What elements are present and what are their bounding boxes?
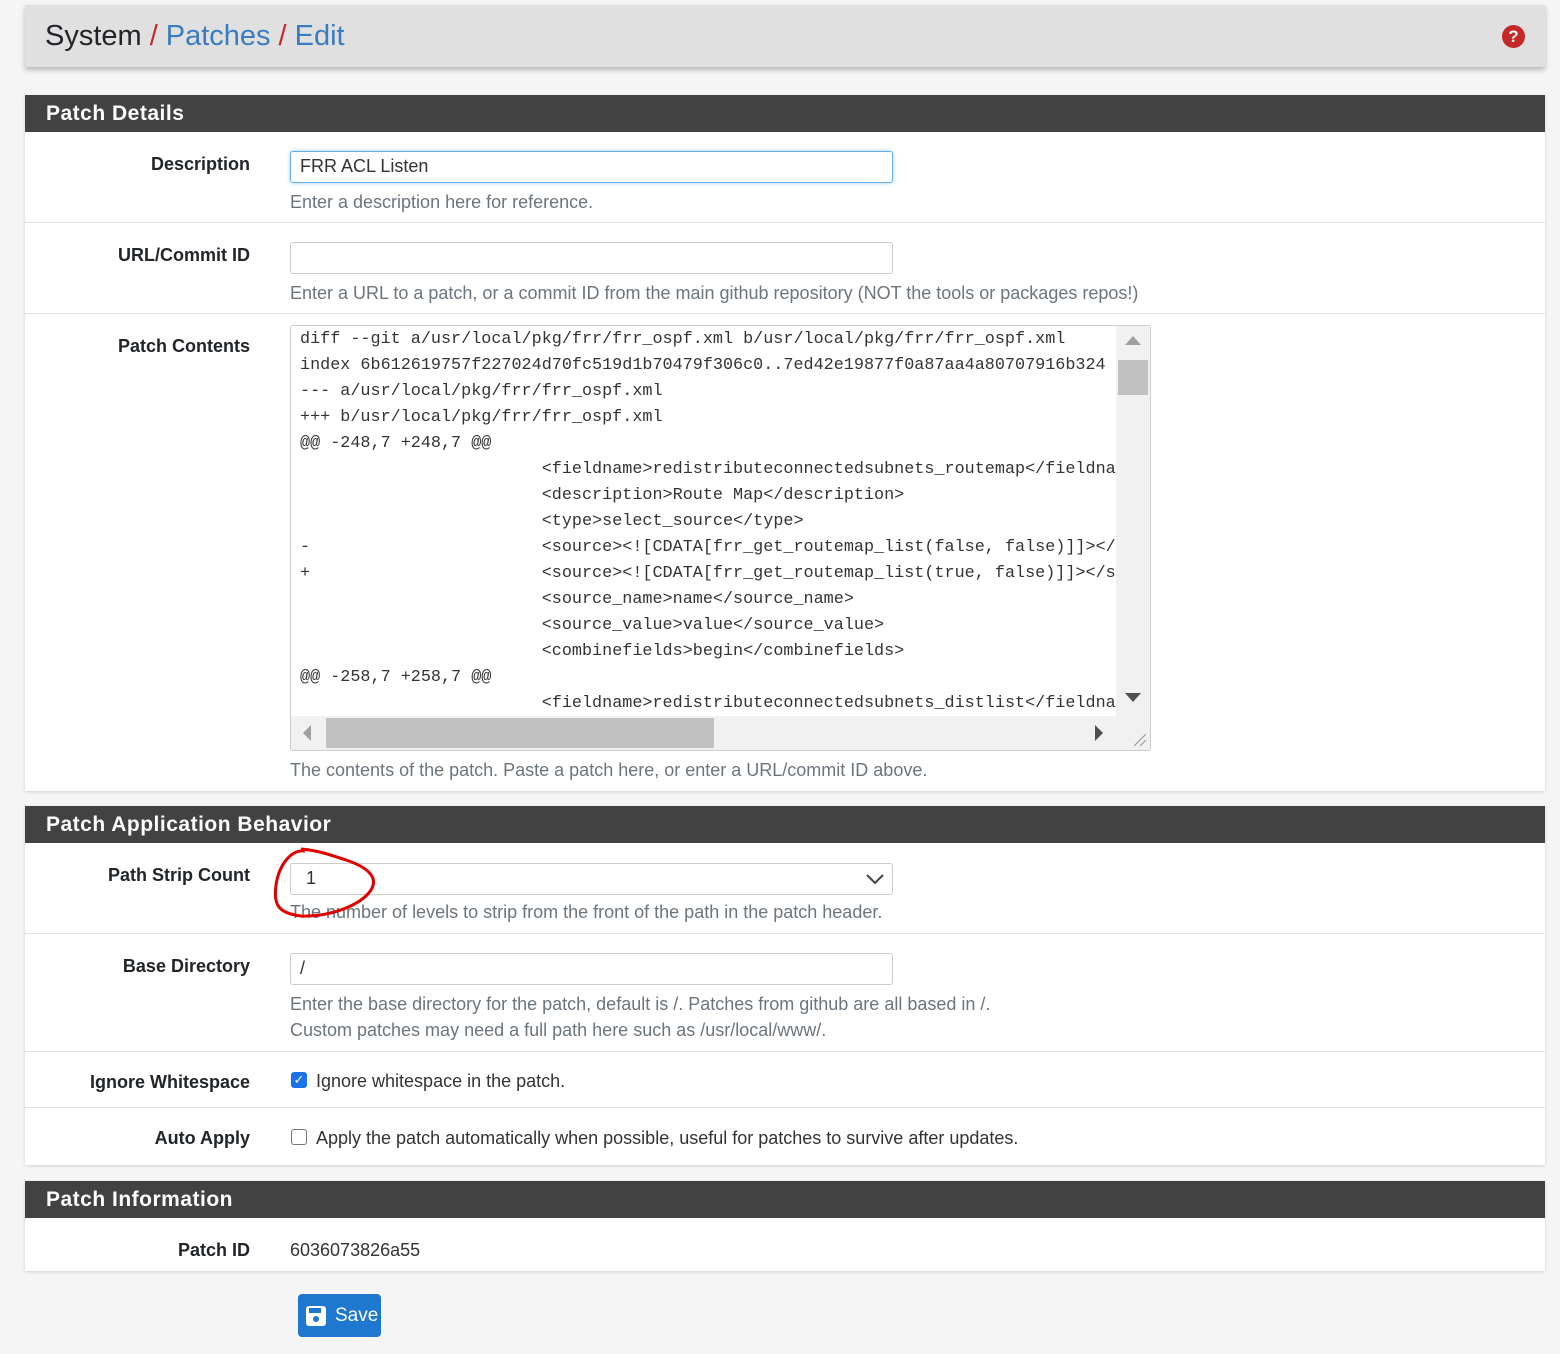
patch-line: --- a/usr/local/pkg/frr/frr_ospf.xml bbox=[300, 382, 663, 401]
panel-heading: Patch Application Behavior bbox=[25, 806, 1545, 843]
base-directory-input[interactable]: / bbox=[290, 953, 893, 985]
patch-line: <combinefields>begin</combinefields> bbox=[300, 642, 905, 661]
patch-behavior-panel: Patch Application Behavior Path Strip Co… bbox=[25, 806, 1545, 1165]
panel-heading: Patch Details bbox=[25, 95, 1545, 132]
breadcrumb-separator: / bbox=[149, 19, 158, 52]
patch-contents-label: Patch Contents bbox=[117, 336, 250, 356]
vertical-scroll-thumb[interactable] bbox=[1118, 360, 1148, 395]
patch-information-panel: Patch Information Patch ID 6036073826a55 bbox=[25, 1181, 1545, 1271]
save-button[interactable]: Save bbox=[298, 1294, 381, 1337]
auto-apply-checkbox[interactable] bbox=[291, 1129, 307, 1146]
scroll-up-icon[interactable] bbox=[1125, 336, 1141, 345]
patch-line: + <source><![CDATA[frr_get_routemap_list… bbox=[300, 564, 1116, 583]
question-circle-icon[interactable]: ? bbox=[1502, 25, 1525, 48]
patch-line: <description>Route Map</description> bbox=[300, 486, 905, 505]
url-commit-input[interactable] bbox=[290, 242, 893, 274]
resize-handle-icon[interactable] bbox=[1116, 716, 1150, 750]
breadcrumb-separator: / bbox=[278, 19, 287, 52]
page-header: System / Patches / Edit ? bbox=[25, 5, 1545, 67]
ignore-whitespace-label: Ignore Whitespace bbox=[89, 1072, 250, 1092]
patch-contents-help: The contents of the patch. Paste a patch… bbox=[290, 760, 928, 780]
chevron-down-icon bbox=[866, 874, 884, 885]
description-help: Enter a description here for reference. bbox=[290, 192, 594, 212]
auto-apply-label: Auto Apply bbox=[154, 1128, 250, 1148]
patch-id-label: Patch ID bbox=[177, 1240, 250, 1260]
base-directory-help: Enter the base directory for the patch, … bbox=[290, 994, 991, 1014]
patch-line: index 6b612619757f227024d70fc519d1b70479… bbox=[300, 356, 1106, 375]
vertical-scrollbar[interactable] bbox=[1116, 326, 1150, 716]
save-label: Save bbox=[335, 1304, 379, 1326]
scroll-down-icon[interactable] bbox=[1125, 693, 1141, 702]
base-directory-label: Base Directory bbox=[122, 956, 250, 976]
patch-line: <source_name>name</source_name> bbox=[300, 590, 854, 609]
patch-line: - <source><![CDATA[frr_get_routemap_list… bbox=[300, 538, 1116, 557]
patch-line: <source_value>value</source_value> bbox=[300, 616, 885, 635]
scroll-left-icon[interactable] bbox=[303, 725, 311, 741]
patch-line: @@ -248,7 +248,7 @@ bbox=[300, 434, 492, 453]
patch-line: @@ -258,7 +258,7 @@ bbox=[300, 668, 492, 687]
horizontal-scroll-thumb[interactable] bbox=[326, 718, 714, 748]
breadcrumb-system: System bbox=[45, 19, 142, 52]
ignore-whitespace-checkbox[interactable]: ✓ bbox=[291, 1072, 307, 1089]
url-label: URL/Commit ID bbox=[118, 245, 250, 265]
patch-line: <fieldname>redistributeconnectedsubnets_… bbox=[300, 694, 1116, 713]
patch-id-value: 6036073826a55 bbox=[290, 1240, 421, 1260]
patch-line: diff --git a/usr/local/pkg/frr/frr_ospf.… bbox=[300, 330, 1066, 349]
patch-line: <fieldname>redistributeconnectedsubnets_… bbox=[300, 460, 1116, 479]
patch-line: <type>select_source</type> bbox=[300, 512, 804, 531]
base-directory-help-2: Custom patches may need a full path here… bbox=[290, 1020, 827, 1040]
auto-apply-text: Apply the patch automatically when possi… bbox=[316, 1128, 1019, 1148]
description-input[interactable]: FRR ACL Listen bbox=[290, 151, 893, 183]
patch-contents-textarea[interactable]: diff --git a/usr/local/pkg/frr/frr_ospf.… bbox=[290, 325, 1151, 751]
patch-line: +++ b/usr/local/pkg/frr/frr_ospf.xml bbox=[300, 408, 663, 427]
url-help: Enter a URL to a patch, or a commit ID f… bbox=[290, 283, 1139, 303]
annotation-circle bbox=[273, 847, 375, 918]
ignore-whitespace-text: Ignore whitespace in the patch. bbox=[316, 1071, 566, 1091]
scroll-right-icon[interactable] bbox=[1095, 725, 1103, 741]
patch-details-panel: Patch Details Description FRR ACL Listen… bbox=[25, 95, 1545, 791]
breadcrumb-patches[interactable]: Patches bbox=[166, 20, 271, 53]
floppy-disk-icon bbox=[306, 1305, 326, 1326]
path-strip-label: Path Strip Count bbox=[108, 865, 250, 885]
horizontal-scrollbar[interactable] bbox=[291, 716, 1116, 750]
panel-heading: Patch Information bbox=[25, 1181, 1545, 1218]
patch-contents-text: diff --git a/usr/local/pkg/frr/frr_ospf.… bbox=[291, 326, 1116, 717]
breadcrumb-edit[interactable]: Edit bbox=[295, 20, 345, 53]
description-label: Description bbox=[150, 154, 250, 174]
